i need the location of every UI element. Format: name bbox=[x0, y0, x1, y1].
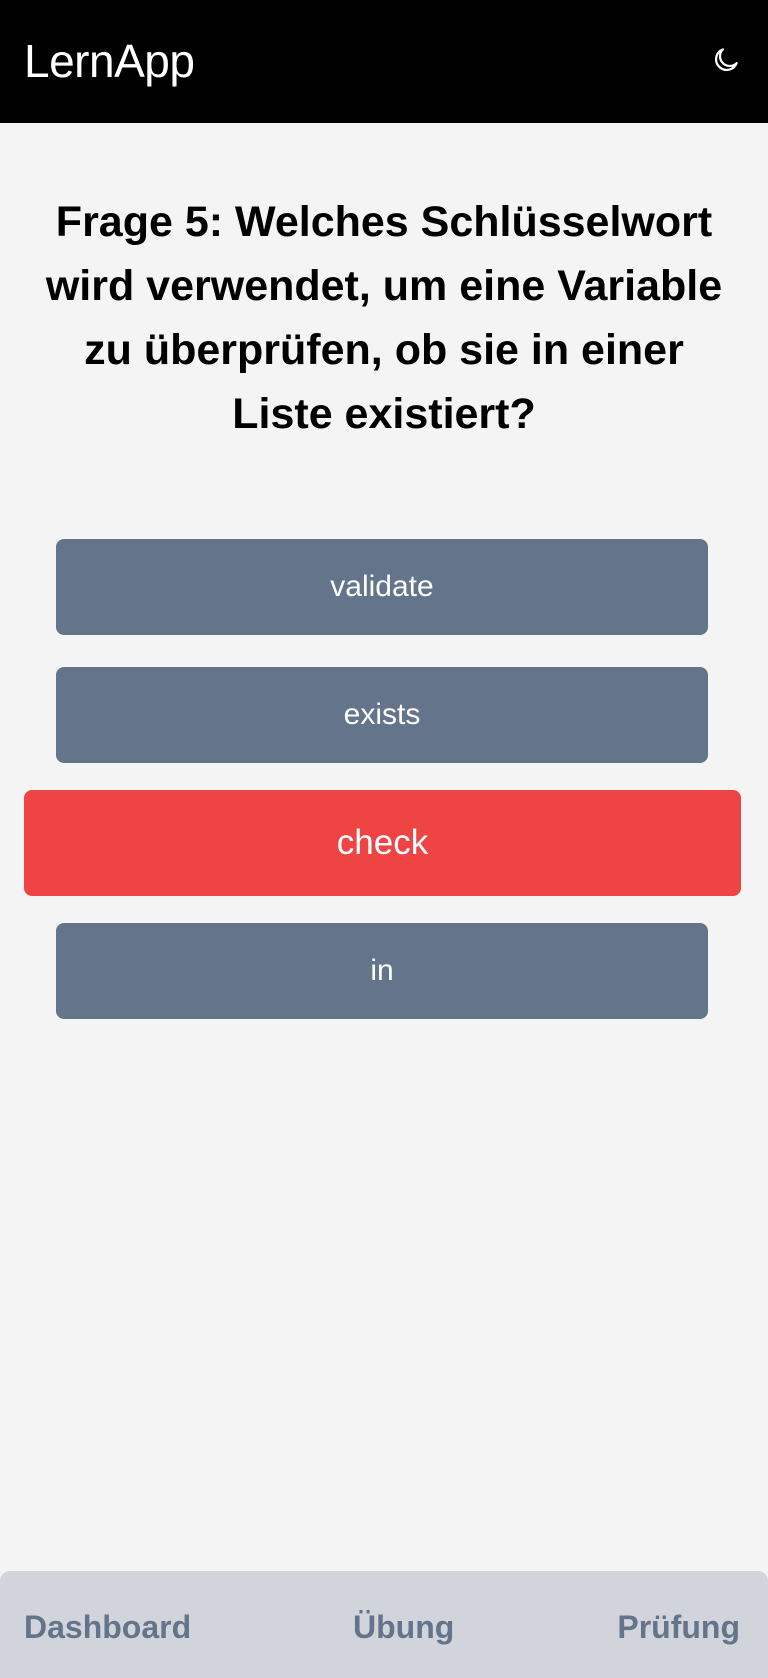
bottom-navigation: Dashboard Übung Prüfung bbox=[0, 1571, 768, 1678]
app-header: LernApp bbox=[0, 0, 768, 123]
moon-icon bbox=[714, 48, 738, 72]
answer-exists-button[interactable]: exists bbox=[56, 667, 708, 763]
nav-uebung[interactable]: Übung bbox=[353, 1607, 454, 1647]
answer-in-button[interactable]: in bbox=[56, 923, 708, 1019]
nav-dashboard[interactable]: Dashboard bbox=[24, 1607, 191, 1647]
app-title: LernApp bbox=[24, 35, 195, 87]
theme-toggle-button[interactable] bbox=[708, 42, 744, 78]
answer-validate-button[interactable]: validate bbox=[56, 539, 708, 635]
quiz-screen: LernApp Frage 5: Welches Schlüsselwort w… bbox=[0, 0, 768, 1678]
answer-check-button[interactable]: check bbox=[24, 790, 741, 896]
nav-pruefung[interactable]: Prüfung bbox=[617, 1607, 740, 1647]
question-title: Frage 5: Welches Schlüsselwort wird verw… bbox=[45, 198, 723, 438]
